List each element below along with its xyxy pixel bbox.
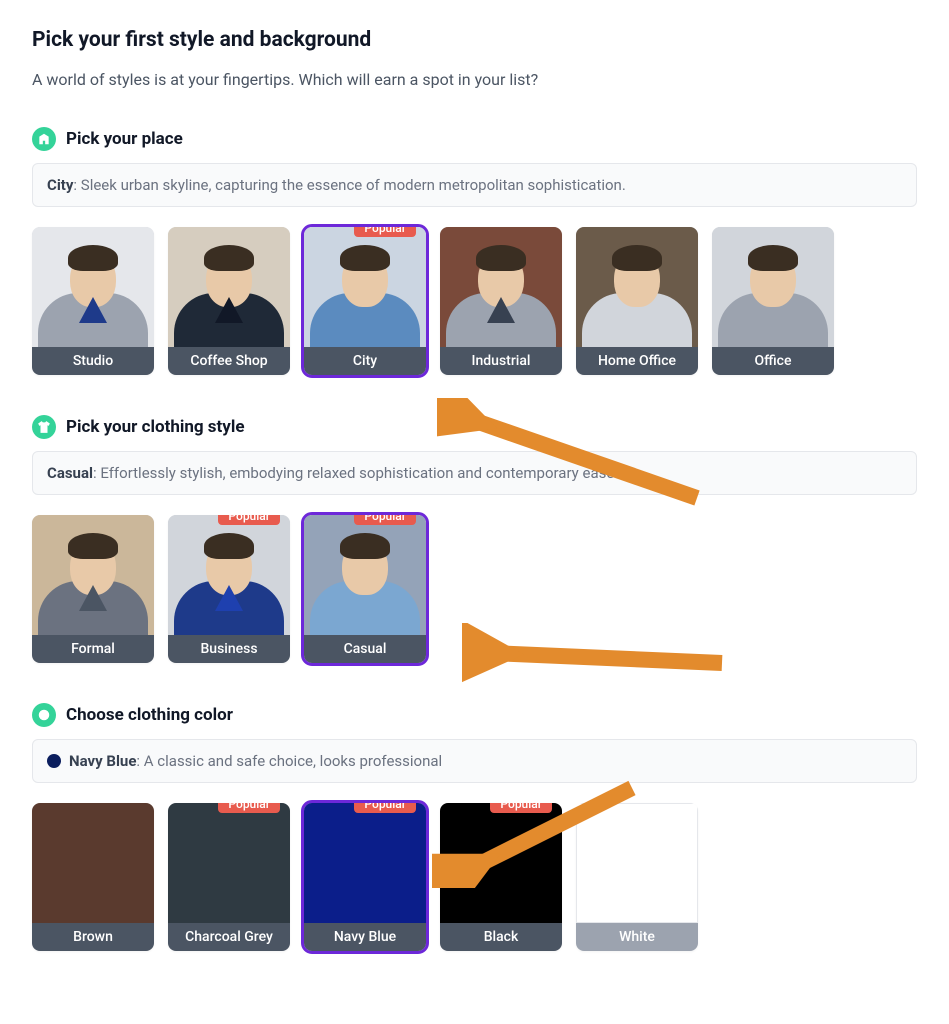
option-thumbnail (304, 515, 426, 635)
palette-icon (32, 703, 56, 727)
place-option-office[interactable]: Office (712, 227, 834, 375)
option-thumbnail (440, 227, 562, 347)
clothing-description-box: Casual: Effortlessly stylish, embodying … (32, 451, 917, 495)
option-label: Charcoal Grey (168, 923, 290, 951)
color-option-white[interactable]: White (576, 803, 698, 951)
color-selected-swatch (47, 754, 61, 768)
section-place: Pick your place City: Sleek urban skylin… (32, 127, 917, 375)
place-selected-name: City (47, 176, 73, 194)
color-option-black[interactable]: Popular Black (440, 803, 562, 951)
place-selected-desc: Sleek urban skyline, capturing the essen… (81, 176, 626, 194)
color-swatch (304, 803, 426, 923)
color-options-row: Brown Popular Charcoal Grey Popular Navy Blu… (32, 803, 917, 951)
popular-badge: Popular (354, 227, 416, 237)
section-place-title: Pick your place (66, 129, 183, 149)
option-thumbnail (32, 227, 154, 347)
color-swatch (168, 803, 290, 923)
clothing-options-row: Formal Popular Business Popular Casual (32, 515, 917, 663)
option-thumbnail (32, 515, 154, 635)
page-subtitle: A world of styles is at your fingertips.… (32, 70, 917, 89)
section-clothing: Pick your clothing style Casual: Effortl… (32, 415, 917, 663)
popular-badge: Popular (218, 515, 280, 525)
place-option-home-office[interactable]: Home Office (576, 227, 698, 375)
color-swatch (576, 803, 698, 923)
color-selected-desc: A classic and safe choice, looks profess… (144, 752, 442, 770)
color-option-brown[interactable]: Brown (32, 803, 154, 951)
option-thumbnail (168, 227, 290, 347)
option-label: Office (712, 347, 834, 375)
popular-badge: Popular (218, 803, 280, 813)
color-description-box: Navy Blue: A classic and safe choice, lo… (32, 739, 917, 783)
place-option-city[interactable]: Popular City (304, 227, 426, 375)
section-color-title: Choose clothing color (66, 705, 233, 725)
option-label: Navy Blue (304, 923, 426, 951)
popular-badge: Popular (490, 803, 552, 813)
option-thumbnail (712, 227, 834, 347)
option-label: White (576, 923, 698, 951)
option-thumbnail (576, 227, 698, 347)
popular-badge: Popular (354, 515, 416, 525)
color-swatch (440, 803, 562, 923)
section-color: Choose clothing color Navy Blue: A class… (32, 703, 917, 951)
color-option-charcoal-grey[interactable]: Popular Charcoal Grey (168, 803, 290, 951)
option-label: City (304, 347, 426, 375)
option-label: Coffee Shop (168, 347, 290, 375)
place-option-coffee-shop[interactable]: Coffee Shop (168, 227, 290, 375)
option-label: Black (440, 923, 562, 951)
option-thumbnail (304, 227, 426, 347)
place-icon (32, 127, 56, 151)
option-label: Casual (304, 635, 426, 663)
option-label: Formal (32, 635, 154, 663)
section-clothing-title: Pick your clothing style (66, 417, 245, 437)
option-label: Brown (32, 923, 154, 951)
clothing-option-casual[interactable]: Popular Casual (304, 515, 426, 663)
place-description-box: City: Sleek urban skyline, capturing the… (32, 163, 917, 207)
option-label: Industrial (440, 347, 562, 375)
option-label: Business (168, 635, 290, 663)
place-option-studio[interactable]: Studio (32, 227, 154, 375)
clothing-selected-desc: Effortlessly stylish, embodying relaxed … (100, 464, 618, 482)
option-label: Studio (32, 347, 154, 375)
page-title: Pick your first style and background (32, 28, 917, 52)
shirt-icon (32, 415, 56, 439)
option-label: Home Office (576, 347, 698, 375)
color-option-navy-blue[interactable]: Popular Navy Blue (304, 803, 426, 951)
clothing-selected-name: Casual (47, 464, 93, 482)
place-option-industrial[interactable]: Industrial (440, 227, 562, 375)
color-selected-name: Navy Blue (69, 752, 136, 770)
clothing-option-business[interactable]: Popular Business (168, 515, 290, 663)
color-swatch (32, 803, 154, 923)
popular-badge: Popular (354, 803, 416, 813)
place-options-row: Studio Coffee Shop Popular City Industrial Ho… (32, 227, 917, 375)
option-thumbnail (168, 515, 290, 635)
clothing-option-formal[interactable]: Formal (32, 515, 154, 663)
